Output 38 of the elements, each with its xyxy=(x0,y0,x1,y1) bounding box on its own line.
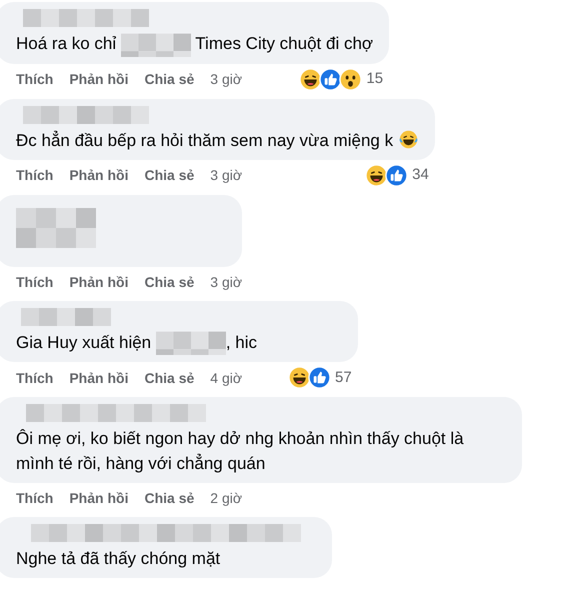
action-link[interactable]: Chia sẻ xyxy=(144,366,194,389)
comment-time[interactable]: 3 giờ xyxy=(210,68,242,90)
comment-time[interactable]: 2 giờ xyxy=(210,487,242,510)
action-link[interactable]: Phản hồi xyxy=(69,164,128,186)
surprised-face-icon xyxy=(339,68,362,91)
thumbs-up-icon xyxy=(385,164,408,187)
action-link[interactable]: Chia sẻ xyxy=(144,164,194,186)
thumbs-up-icon xyxy=(319,68,342,91)
action-link[interactable]: Chia sẻ xyxy=(144,68,194,90)
reaction-count[interactable]: 57 xyxy=(335,366,352,389)
action-link[interactable]: Phản hồi xyxy=(69,270,128,293)
action-link[interactable]: Thích xyxy=(16,366,54,389)
comment-text: Hoá ra ko chỉ Times City chuột đi chợ xyxy=(16,31,374,57)
action-link[interactable]: Phản hồi xyxy=(69,68,128,90)
action-link[interactable]: Thích xyxy=(16,487,54,510)
comment-text: Đc hẳn đầu bếp ra hỏi thăm sem nay vừa miệng k xyxy=(16,128,419,153)
blurred-word xyxy=(120,32,191,57)
action-link[interactable]: Phản hồi xyxy=(69,487,128,510)
reaction-count[interactable]: 34 xyxy=(412,164,429,186)
laughing-face-icon xyxy=(288,366,312,390)
action-link[interactable]: Phản hồi xyxy=(69,366,128,389)
blurred-word xyxy=(156,331,226,356)
comment-text: Gia Huy xuất hiện , hic xyxy=(16,330,342,356)
action-link[interactable]: Thích xyxy=(16,270,54,293)
laughing-face-icon xyxy=(299,68,322,91)
action-link[interactable]: Chia sẻ xyxy=(144,270,194,293)
comment-time[interactable]: 3 giờ xyxy=(210,270,242,293)
thumbs-up-icon xyxy=(308,366,332,390)
comment-text: Nghe tả đã thấy chóng mặt xyxy=(16,548,222,570)
reaction-count[interactable]: 15 xyxy=(366,68,384,90)
action-link[interactable]: Chia sẻ xyxy=(144,487,194,510)
laughing-face-icon xyxy=(365,164,388,187)
comment-text: Ôi mẹ ơi, ko biết ngon hay dở nhg khoản nhìn thấy chuột là mình té rồi, hàng với chẳng quán xyxy=(16,428,465,476)
laughing-tears-icon xyxy=(398,128,419,150)
comment-time[interactable]: 4 giờ xyxy=(210,366,242,389)
action-link[interactable]: Thích xyxy=(16,164,54,186)
comment-time[interactable]: 3 giờ xyxy=(210,164,242,186)
action-link[interactable]: Thích xyxy=(16,68,54,90)
